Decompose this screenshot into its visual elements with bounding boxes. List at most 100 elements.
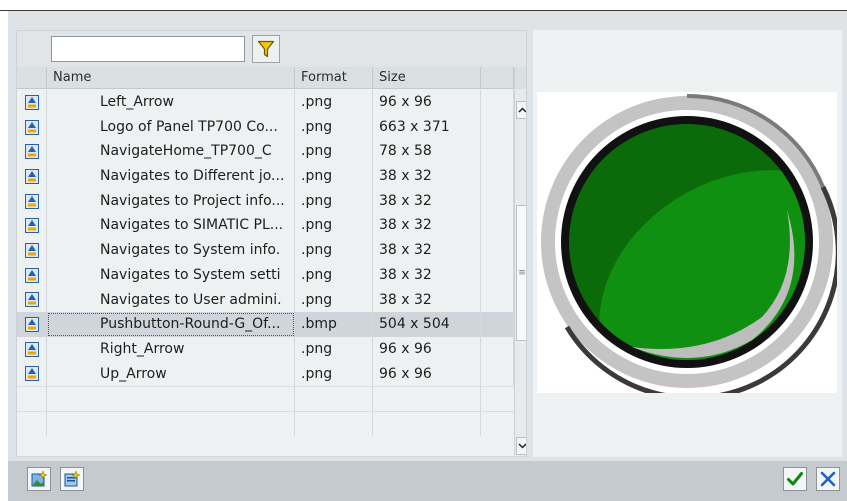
checkmark-icon [787,472,803,486]
graphic-file-cell [17,139,47,165]
table-row[interactable]: Navigates to User admini. .png 38 x 32 [17,287,514,313]
cell-extra [481,361,514,387]
cell-extra [481,114,514,140]
cell-name: Right_Arrow [47,336,295,362]
cell-format: .png [295,287,373,313]
column-header-format[interactable]: Format [295,67,373,89]
cell-name: Pushbutton-Round-G_Of... [47,312,295,337]
chevron-down-icon [517,443,526,449]
graphics-grid: Name Format Size Left_Arrow .png 96 x 96 Lo… [17,67,514,456]
scroll-thumb[interactable]: ≡ [516,205,526,341]
search-row [17,31,526,67]
cell-size: 38 x 32 [373,213,481,239]
cell-name: NavigateHome_TP700_C [47,139,295,165]
graphic-file-icon [24,144,39,160]
empty-row [17,386,514,411]
cell-size: 38 x 32 [373,287,481,313]
cancel-button[interactable] [816,467,840,491]
cell-format: .png [295,139,373,165]
table-row[interactable]: Left_Arrow .png 96 x 96 [17,90,514,115]
scrollbar-header-cap [515,67,526,89]
graphic-file-cell [17,262,47,288]
add-graphic-from-file-icon [64,470,81,487]
graphic-file-cell [17,336,47,362]
empty-row [17,410,514,436]
graphic-file-icon [24,366,39,382]
graphic-file-icon [24,94,39,110]
cell-name: Navigates to System setti [47,262,295,288]
green-round-pushbutton-icon [541,93,841,401]
cell-name: Up_Arrow [47,361,295,387]
vertical-scrollbar[interactable]: ≡ [514,67,526,456]
cell-format: .bmp [295,312,373,337]
column-header-size[interactable]: Size [373,67,481,89]
cell-format: .png [295,213,373,239]
table-row[interactable]: Up_Arrow .png 96 x 96 [17,361,514,387]
cell-extra [481,238,514,263]
column-header-name[interactable]: Name [47,67,295,89]
cell-format: .png [295,361,373,387]
cell-name: Left_Arrow [47,90,295,115]
cell-format: .png [295,188,373,214]
table-row[interactable]: Navigates to SIMATIC PL... .png 38 x 32 [17,213,514,239]
table-row[interactable]: Navigates to System setti .png 38 x 32 [17,262,514,288]
graphic-file-cell [17,114,47,140]
cell-size: 96 x 96 [373,336,481,362]
cell-extra [481,336,514,362]
graphic-file-cell [17,361,47,387]
add-graphic-button[interactable] [27,467,51,491]
graphic-file-cell [17,312,47,337]
cell-format: .png [295,262,373,288]
cell-extra [481,90,514,115]
cell-name: Navigates to System info. [47,238,295,263]
table-row[interactable]: Logo of Panel TP700 Co... .png 663 x 371 [17,114,514,140]
cell-name: Logo of Panel TP700 Co... [47,114,295,140]
cell-size: 38 x 32 [373,164,481,189]
cell-extra [481,139,514,165]
bottom-toolbar [8,461,847,501]
graphic-file-cell [17,213,47,239]
table-row[interactable]: Navigates to Project info... .png 38 x 32 [17,188,514,214]
graphic-preview [537,92,841,401]
cell-size: 504 x 504 [373,312,481,337]
graphic-file-cell [17,238,47,263]
cell-name: Navigates to Different jo... [47,164,295,189]
cell-size: 38 x 32 [373,262,481,288]
graphic-file-icon [24,119,39,135]
graphics-rows: Left_Arrow .png 96 x 96 Logo of Panel TP700… [17,90,514,436]
ok-button[interactable] [783,467,807,491]
graphics-list-panel: Name Format Size Left_Arrow .png 96 x 96 Lo… [16,30,527,457]
header-icon-column [17,67,47,89]
cell-name: Navigates to Project info... [47,188,295,214]
cell-extra [481,188,514,214]
graphic-file-icon [24,341,39,357]
table-row[interactable]: Pushbutton-Round-G_Of... .bmp 504 x 504 [17,312,514,337]
cell-extra [481,287,514,313]
cell-extra [481,164,514,189]
scroll-down-button[interactable] [516,437,526,455]
cell-size: 96 x 96 [373,90,481,115]
add-graphic-from-file-button[interactable] [60,467,84,491]
cell-size: 663 x 371 [373,114,481,140]
graphic-file-cell [17,188,47,214]
graphic-file-icon [24,242,39,258]
filter-button[interactable] [252,35,280,63]
cell-format: .png [295,90,373,115]
table-row[interactable]: Navigates to Different jo... .png 38 x 32 [17,164,514,189]
graphic-file-icon [24,168,39,184]
cell-extra [481,312,514,337]
graphic-file-icon [24,317,39,333]
graphic-file-cell [17,90,47,115]
scroll-up-button[interactable] [516,101,526,119]
graphic-file-icon [24,218,39,234]
cell-size: 78 x 58 [373,139,481,165]
table-row[interactable]: Right_Arrow .png 96 x 96 [17,336,514,362]
table-row[interactable]: Navigates to System info. .png 38 x 32 [17,238,514,263]
filter-icon [257,40,275,58]
table-row[interactable]: NavigateHome_TP700_C .png 78 x 58 [17,139,514,165]
column-header-extra [481,67,514,89]
cell-extra [481,213,514,239]
graphic-file-icon [24,193,39,209]
search-input[interactable] [51,36,245,62]
cell-name: Navigates to User admini. [47,287,295,313]
